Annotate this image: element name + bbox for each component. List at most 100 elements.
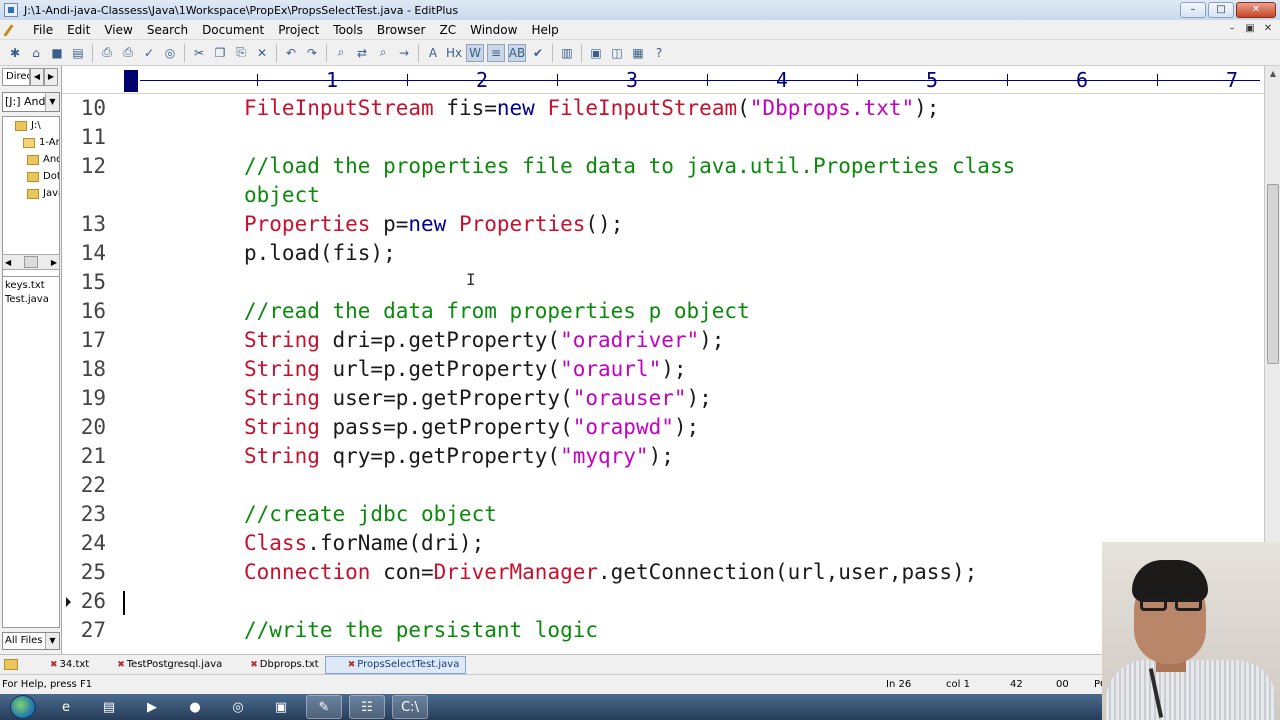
document-pen-icon[interactable] — [4, 22, 22, 38]
code-line[interactable]: //write the persistant logic — [244, 618, 598, 642]
tree-item[interactable]: 1-Andi — [3, 134, 59, 151]
copy-icon[interactable]: ❐ — [211, 44, 229, 62]
file-filter-select[interactable]: All Files ▼ — [2, 632, 60, 650]
file-list-item[interactable]: keys.txt — [5, 279, 57, 293]
doc-minimize-button[interactable]: – — [1226, 23, 1238, 35]
editplus-icon[interactable]: ✎ — [306, 695, 342, 719]
save-all-icon[interactable]: ▤ — [69, 44, 87, 62]
undo-icon[interactable]: ↶ — [282, 44, 300, 62]
menu-window[interactable]: Window — [463, 23, 524, 37]
code-line[interactable]: //create jdbc object — [244, 502, 497, 526]
tree-item[interactable]: Andi — [3, 151, 59, 168]
media-player-icon[interactable]: ▶ — [134, 695, 170, 719]
menu-search[interactable]: Search — [140, 23, 195, 37]
tab-scroll-left-icon[interactable]: ◀ — [30, 68, 44, 86]
menu-zc[interactable]: ZC — [433, 23, 464, 37]
menu-edit[interactable]: Edit — [60, 23, 97, 37]
tree-item[interactable]: Dot — [3, 168, 59, 185]
firefox-icon[interactable]: ● — [177, 695, 213, 719]
directory-tab[interactable]: Direc — [2, 68, 30, 86]
doc-tab[interactable]: ✖ Dbprops.txt — [228, 656, 324, 674]
full-screen-icon[interactable]: ▣ — [587, 44, 605, 62]
hex-icon[interactable]: Hx — [445, 44, 463, 62]
network-icon[interactable]: ☷ — [349, 695, 385, 719]
menu-tools[interactable]: Tools — [326, 23, 370, 37]
close-tab-icon[interactable]: ✖ — [117, 660, 125, 670]
redo-icon[interactable]: ↷ — [303, 44, 321, 62]
code-line[interactable]: object — [244, 183, 320, 207]
doc-restore-button[interactable]: ▣ — [1244, 23, 1256, 35]
goto-icon[interactable]: → — [395, 44, 413, 62]
chevron-down-icon[interactable]: ▼ — [45, 633, 59, 649]
code-line[interactable]: String pass=p.getProperty("orapwd"); — [244, 415, 699, 439]
menu-file[interactable]: File — [26, 23, 60, 37]
cmd-icon[interactable]: C:\ — [392, 695, 428, 719]
scroll-right-icon[interactable]: ▶ — [51, 258, 57, 267]
delete-icon[interactable]: ✕ — [253, 44, 271, 62]
font-icon[interactable]: A — [424, 44, 442, 62]
cut-icon[interactable]: ✂ — [190, 44, 208, 62]
paste-icon[interactable]: ⎘ — [232, 44, 250, 62]
menu-project[interactable]: Project — [271, 23, 326, 37]
folder-icon[interactable]: ▣ — [263, 695, 299, 719]
file-list-item[interactable]: Test.java — [5, 293, 57, 307]
menu-browser[interactable]: Browser — [370, 23, 433, 37]
code-line[interactable]: String user=p.getProperty("orauser"); — [244, 386, 712, 410]
code-line[interactable]: String url=p.getProperty("oraurl"); — [244, 357, 687, 381]
browser-view-icon[interactable]: ◎ — [161, 44, 179, 62]
doc-tab[interactable]: ✖ 34.txt — [28, 656, 95, 674]
column-select-icon[interactable]: AB — [508, 43, 526, 62]
close-tab-icon[interactable]: ✖ — [250, 660, 258, 670]
print-icon[interactable]: ⎙ — [119, 44, 137, 62]
tab-scroll-right-icon[interactable]: ▶ — [44, 68, 58, 86]
word-wrap-icon[interactable]: W — [466, 43, 484, 62]
doc-close-button[interactable]: ✕ — [1262, 23, 1274, 35]
code-line[interactable]: //load the properties file data to java.… — [244, 154, 1015, 178]
chrome-icon[interactable]: ◎ — [220, 695, 256, 719]
close-button[interactable]: ✕ — [1236, 2, 1276, 18]
code-line[interactable]: FileInputStream fis=new FileInputStream(… — [244, 96, 939, 120]
tree-horizontal-scrollbar[interactable]: ◀ ▶ — [2, 254, 60, 270]
menu-document[interactable]: Document — [195, 23, 271, 37]
open-folder-icon[interactable]: ⌂ — [27, 44, 45, 62]
save-icon[interactable]: ■ — [48, 44, 66, 62]
menu-view[interactable]: View — [97, 23, 139, 37]
tile-icon[interactable]: ▦ — [629, 44, 647, 62]
maximize-button[interactable]: □ — [1208, 2, 1234, 18]
find-in-files-icon[interactable]: ⌕ — [374, 44, 392, 62]
new-file-icon[interactable]: ✱ — [6, 44, 24, 62]
window-list-icon[interactable]: ▥ — [558, 44, 576, 62]
code-line[interactable]: Class.forName(dri); — [244, 531, 484, 555]
scroll-up-icon[interactable]: ▲ — [1265, 66, 1280, 82]
folder-icon[interactable] — [4, 659, 18, 670]
drive-select[interactable]: [J:] Andi ▼ — [2, 92, 60, 112]
doc-tab[interactable]: ✖ PropsSelectTest.java — [324, 655, 467, 674]
code-line[interactable]: //read the data from properties p object — [244, 299, 750, 323]
tree-item[interactable]: J:\ — [3, 117, 59, 134]
help-icon[interactable]: ? — [650, 44, 668, 62]
code-line[interactable]: p.load(fis); — [244, 241, 396, 265]
start-button-icon[interactable] — [10, 695, 36, 719]
line-number-icon[interactable]: ≡ — [487, 43, 505, 62]
close-tab-icon[interactable]: ✖ — [348, 660, 356, 670]
code-editor[interactable]: I 10 11 12 13 14 15 16 17 18 19 20 21 22 23 24 25 26 27 Fi… — [62, 94, 1264, 650]
split-icon[interactable]: ◫ — [608, 44, 626, 62]
replace-icon[interactable]: ⇄ — [353, 44, 371, 62]
code-line[interactable]: Properties p=new Properties(); — [244, 212, 623, 236]
chevron-down-icon[interactable]: ▼ — [45, 93, 59, 111]
find-icon[interactable]: ⌕ — [332, 44, 350, 62]
ie-icon[interactable]: e — [48, 695, 84, 719]
explorer-icon[interactable]: ▤ — [91, 695, 127, 719]
print-preview-icon[interactable]: ⎙ — [98, 44, 116, 62]
code-line[interactable]: Connection con=DriverManager.getConnecti… — [244, 560, 977, 584]
scroll-left-icon[interactable]: ◀ — [5, 258, 11, 267]
menu-help[interactable]: Help — [524, 23, 565, 37]
tree-item[interactable]: Java — [3, 185, 59, 202]
close-tab-icon[interactable]: ✖ — [50, 660, 58, 670]
code-line[interactable]: String qry=p.getProperty("myqry"); — [244, 444, 674, 468]
spell-check-icon[interactable]: ✓ — [140, 44, 158, 62]
doc-tab[interactable]: ✖ TestPostgresql.java — [95, 656, 228, 674]
scroll-thumb[interactable] — [1267, 184, 1279, 364]
code-line[interactable]: String dri=p.getProperty("oradriver"); — [244, 328, 724, 352]
check-icon[interactable]: ✔ — [529, 44, 547, 62]
